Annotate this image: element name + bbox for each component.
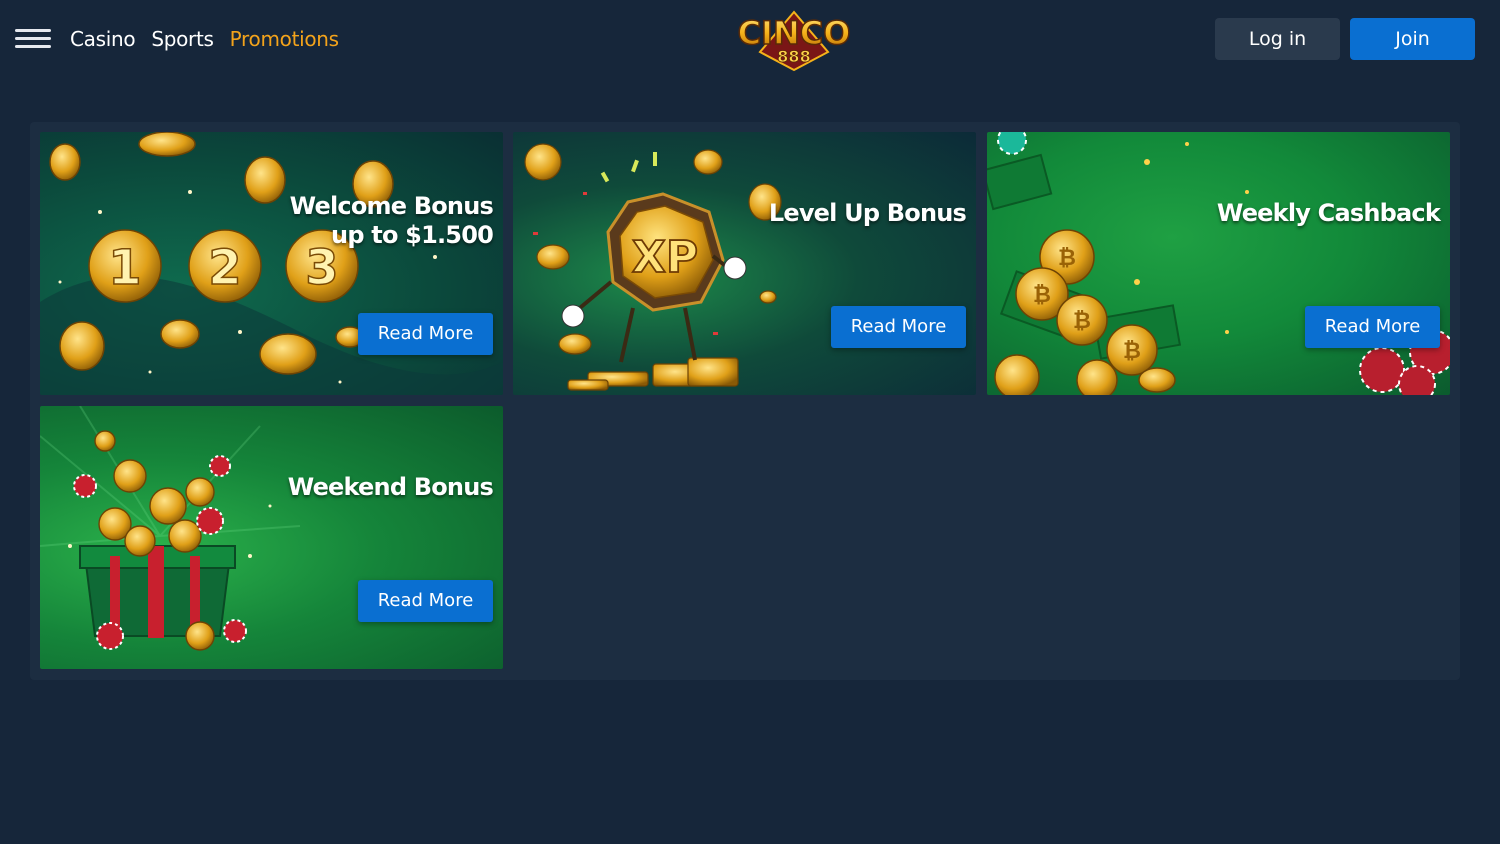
promo-card-weekly-cashback[interactable]: ₿ ₿ ₿ ₿ Weekly Cashback Read More [987,132,1450,395]
promo-title: Weekend Bonus [287,473,494,501]
svg-text:₿: ₿ [1073,309,1091,334]
svg-text:₿: ₿ [1058,246,1076,271]
svg-text:₿: ₿ [1033,283,1051,308]
svg-text:₿: ₿ [1123,339,1141,364]
promo-title: Welcome Bonus up to $1.500 [289,192,494,250]
svg-text:XP: XP [632,232,698,283]
svg-text:2: 2 [208,240,241,296]
promo-card-level-up-bonus[interactable]: XP Level Up Bonus Read More [513,132,976,395]
main-nav: Casino Sports Promotions [70,26,339,52]
promotions-grid: 123 Welcome Bonus up to $1.500 Read More [30,122,1460,680]
read-more-button[interactable]: Read More [358,313,493,355]
svg-text:888: 888 [777,47,810,66]
login-button[interactable]: Log in [1215,18,1340,60]
cinco888-logo[interactable]: CINCO 888 [724,6,864,72]
weekend-bonus-artwork [40,406,301,651]
promo-card-welcome-bonus[interactable]: 123 Welcome Bonus up to $1.500 Read More [40,132,503,395]
promo-title: Weekly Cashback [1216,199,1441,227]
menu-icon[interactable] [15,29,51,49]
welcome-bonus-artwork: 123 [40,132,503,395]
join-button[interactable]: Join [1350,18,1475,60]
level-up-bonus-artwork: XP [524,143,782,391]
promo-title-line1: Welcome Bonus [289,192,494,220]
weekly-cashback-artwork: ₿ ₿ ₿ ₿ [987,132,1450,395]
nav-promotions[interactable]: Promotions [230,26,339,52]
read-more-button[interactable]: Read More [358,580,493,622]
promo-title: Level Up Bonus [768,199,967,227]
top-header: Casino Sports Promotions CINCO 888 Log i… [0,0,1500,78]
promo-card-weekend-bonus[interactable]: Weekend Bonus Read More [40,406,503,669]
svg-text:1: 1 [108,240,141,296]
read-more-button[interactable]: Read More [1305,306,1440,348]
promo-title-line2: up to $1.500 [331,221,494,249]
nav-casino[interactable]: Casino [70,26,136,52]
read-more-button[interactable]: Read More [831,306,966,348]
nav-sports[interactable]: Sports [151,26,214,52]
